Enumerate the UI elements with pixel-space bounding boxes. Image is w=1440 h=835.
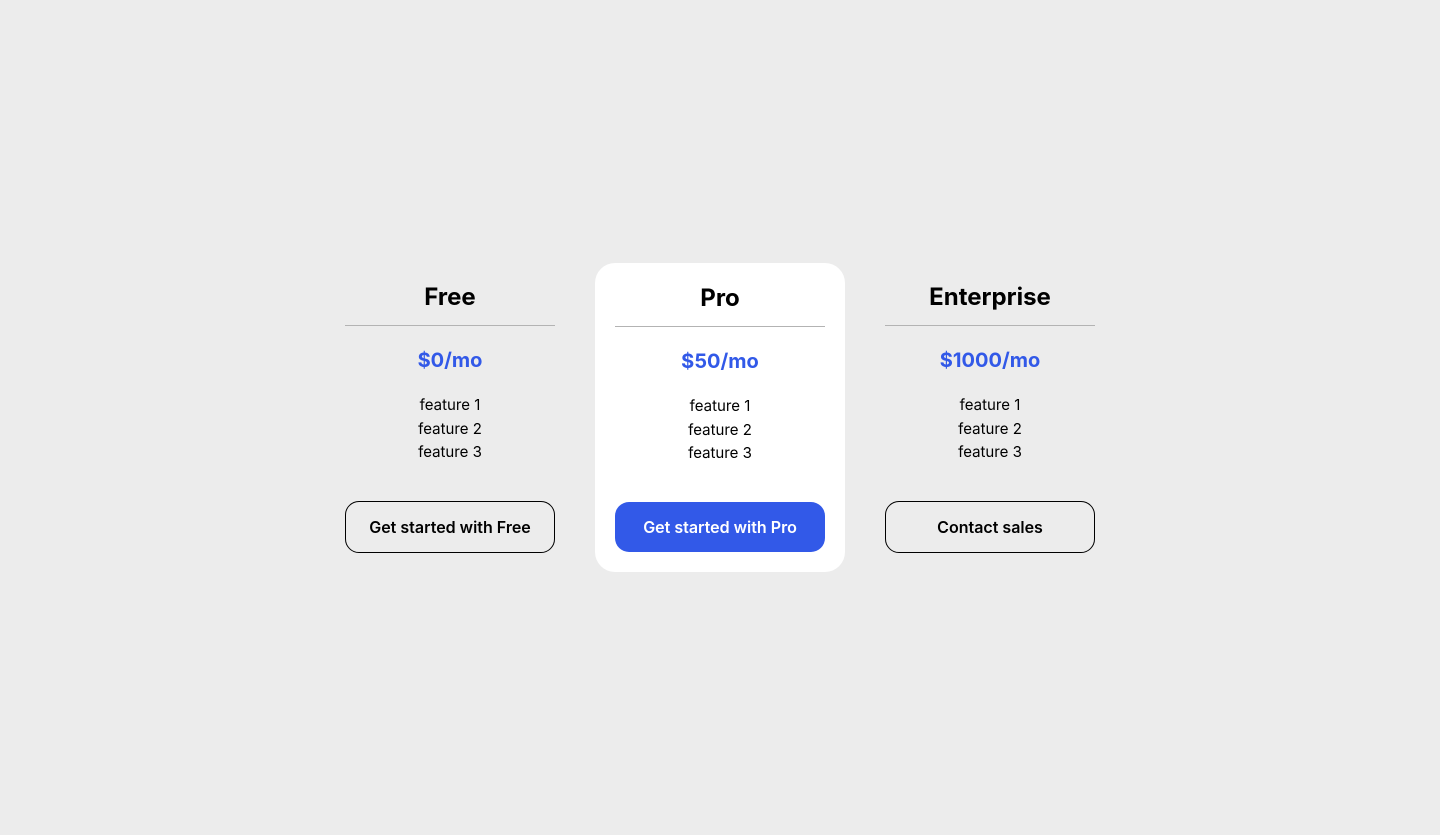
feature-item: feature 2 [418,418,482,441]
pricing-card-pro: Pro $50/mo feature 1 feature 2 feature 3… [595,263,845,573]
divider [615,326,825,327]
tier-price: $1000/mo [940,348,1040,372]
tier-price: $0/mo [418,348,483,372]
tier-name: Enterprise [929,282,1051,311]
tier-name: Free [424,282,475,311]
pricing-card-free: Free $0/mo feature 1 feature 2 feature 3… [325,262,575,574]
feature-item: feature 2 [688,419,752,442]
features-list: feature 1 feature 2 feature 3 [688,395,752,465]
feature-item: feature 2 [958,418,1022,441]
tier-name: Pro [700,283,739,312]
feature-item: feature 3 [418,441,482,464]
feature-item: feature 1 [688,395,752,418]
features-list: feature 1 feature 2 feature 3 [418,394,482,464]
tier-price: $50/mo [681,349,759,373]
divider [885,325,1095,326]
features-list: feature 1 feature 2 feature 3 [958,394,1022,464]
contact-sales-button[interactable]: Contact sales [885,501,1095,553]
feature-item: feature 3 [958,441,1022,464]
feature-item: feature 1 [958,394,1022,417]
get-started-pro-button[interactable]: Get started with Pro [615,502,825,552]
feature-item: feature 1 [418,394,482,417]
pricing-container: Free $0/mo feature 1 feature 2 feature 3… [325,262,1115,574]
pricing-card-enterprise: Enterprise $1000/mo feature 1 feature 2 … [865,262,1115,574]
divider [345,325,555,326]
feature-item: feature 3 [688,442,752,465]
get-started-free-button[interactable]: Get started with Free [345,501,555,553]
